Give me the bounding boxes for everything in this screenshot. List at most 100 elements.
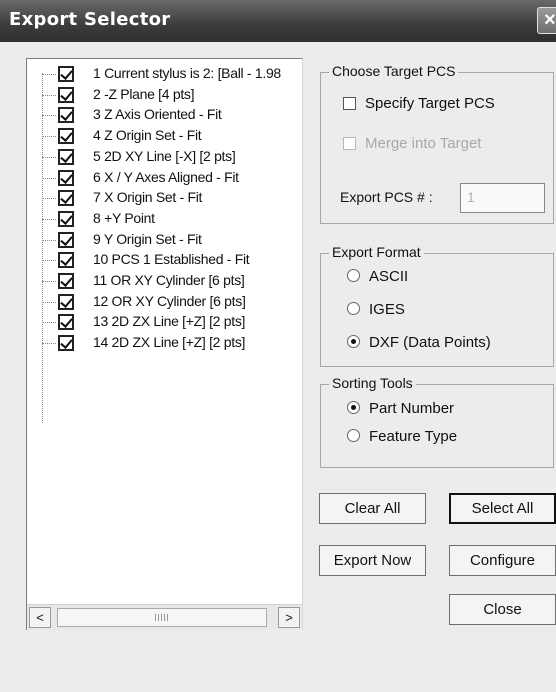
export-format-radio-iges[interactable]: IGES: [347, 301, 405, 318]
export-format-option-label: IGES: [369, 301, 405, 318]
tree-connector: [42, 301, 56, 303]
tree-item-label: 7 X Origin Set - Fit: [93, 189, 203, 206]
export-format-radio-dxf[interactable]: DXF (Data Points): [347, 334, 491, 351]
tree-item[interactable]: 9 Y Origin Set - Fit: [27, 230, 302, 251]
tree-item-label: 5 2D XY Line [-X] [2 pts]: [93, 147, 236, 164]
tree-item-label: 13 2D ZX Line [+Z] [2 pts]: [93, 313, 246, 330]
tree-item[interactable]: 3 Z Axis Oriented - Fit: [27, 105, 302, 126]
close-window-button[interactable]: ×: [537, 7, 556, 34]
tree-item[interactable]: 1 Current stylus is 2: [Ball - 1.98: [27, 64, 302, 85]
tree-item[interactable]: 11 OR XY Cylinder [6 pts]: [27, 271, 302, 292]
tree-item-label: 12 OR XY Cylinder [6 pts]: [93, 292, 246, 309]
tree-item-label: 10 PCS 1 Established - Fit: [93, 251, 250, 268]
tree-item-label: 1 Current stylus is 2: [Ball - 1.98: [93, 65, 281, 81]
radio-icon: [347, 429, 360, 442]
tree-item[interactable]: 12 OR XY Cylinder [6 pts]: [27, 292, 302, 313]
sorting-option-label: Part Number: [369, 400, 455, 417]
clear-all-button[interactable]: Clear All: [319, 493, 426, 524]
tree-item-label: 14 2D ZX Line [+Z] [2 pts]: [93, 334, 246, 351]
checkbox-icon: [343, 137, 356, 150]
tree-connector: [42, 218, 56, 220]
sorting-tools-group: Sorting Tools Part Number Feature Type: [320, 375, 554, 468]
tree-item-checkbox[interactable]: [58, 231, 74, 248]
tree-item-checkbox[interactable]: [58, 86, 74, 103]
feature-tree[interactable]: 1 Current stylus is 2: [Ball - 1.98 2 -Z …: [26, 58, 303, 630]
specify-target-pcs-label: Specify Target PCS: [365, 95, 495, 112]
tree-item-checkbox[interactable]: [58, 293, 74, 310]
scroll-left-button[interactable]: <: [29, 607, 51, 628]
tree-item-label: 6 X / Y Axes Aligned - Fit: [93, 168, 239, 185]
tree-connector: [42, 322, 56, 324]
tree-item-checkbox[interactable]: [58, 190, 74, 207]
tree-item-checkbox[interactable]: [58, 66, 74, 82]
export-pcs-input[interactable]: 1: [460, 183, 545, 213]
tree-item-checkbox[interactable]: [58, 148, 74, 165]
export-format-title: Export Format: [329, 244, 424, 260]
tree-connector: [42, 136, 56, 138]
export-now-button[interactable]: Export Now: [319, 545, 426, 576]
radio-icon: [347, 269, 360, 282]
merge-into-target-label: Merge into Target: [365, 135, 482, 152]
tree-item[interactable]: 13 2D ZX Line [+Z] [2 pts]: [27, 312, 302, 333]
tree-connector: [42, 156, 56, 158]
export-format-group: Export Format ASCII IGES DXF (Data Points): [320, 244, 554, 367]
tree-connector: [42, 94, 56, 96]
tree-item-checkbox[interactable]: [58, 273, 74, 289]
radio-icon: [347, 302, 360, 315]
export-format-radio-ascii[interactable]: ASCII: [347, 268, 408, 285]
tree-connector: [42, 260, 56, 262]
checkbox-icon: [343, 97, 356, 110]
sorting-radio-part[interactable]: Part Number: [347, 400, 454, 417]
tree-item-label: 11 OR XY Cylinder [6 pts]: [93, 272, 245, 288]
target-pcs-title: Choose Target PCS: [329, 63, 459, 79]
target-pcs-group: Choose Target PCS Specify Target PCS Mer…: [320, 63, 554, 224]
tree-item[interactable]: 8 +Y Point: [27, 209, 302, 230]
window-title: Export Selector: [9, 9, 171, 30]
tree-item[interactable]: 7 X Origin Set - Fit: [27, 188, 302, 209]
tree-item-checkbox[interactable]: [58, 314, 74, 331]
sorting-tools-title: Sorting Tools: [329, 375, 416, 391]
tree-item-checkbox[interactable]: [58, 128, 74, 145]
tree-item[interactable]: 4 Z Origin Set - Fit: [27, 126, 302, 147]
radio-icon: [347, 401, 360, 414]
scroll-right-button[interactable]: >: [278, 607, 300, 628]
grip-icon: [155, 614, 169, 621]
close-button[interactable]: Close: [449, 594, 556, 625]
tree-item-checkbox[interactable]: [58, 335, 74, 352]
tree-item-label: 4 Z Origin Set - Fit: [93, 127, 202, 144]
close-icon: ×: [544, 9, 556, 31]
tree-connector: [42, 74, 56, 75]
export-format-option-label: ASCII: [369, 268, 409, 285]
tree-item[interactable]: 6 X / Y Axes Aligned - Fit: [27, 168, 302, 189]
export-format-option-label: DXF (Data Points): [369, 334, 491, 351]
tree-item[interactable]: 14 2D ZX Line [+Z] [2 pts]: [27, 333, 302, 354]
select-all-button[interactable]: Select All: [449, 493, 556, 524]
chevron-right-icon: >: [285, 610, 293, 625]
sorting-radio-feature[interactable]: Feature Type: [347, 428, 457, 445]
chevron-left-icon: <: [36, 610, 44, 625]
tree-connector: [42, 115, 56, 117]
tree-item-label: 3 Z Axis Oriented - Fit: [93, 106, 222, 123]
tree-item-checkbox[interactable]: [58, 252, 74, 269]
tree-item-label: 2 -Z Plane [4 pts]: [93, 85, 195, 102]
title-bar: Export Selector ×: [0, 0, 556, 42]
tree-connector: [42, 239, 56, 241]
merge-into-target-checkbox: Merge into Target: [343, 135, 481, 152]
tree-connector: [42, 281, 56, 282]
tree-item-checkbox[interactable]: [58, 107, 74, 124]
radio-icon: [347, 335, 360, 348]
tree-item[interactable]: 5 2D XY Line [-X] [2 pts]: [27, 147, 302, 168]
tree-connector: [42, 343, 56, 345]
tree-connector: [42, 198, 56, 200]
tree-item-checkbox[interactable]: [58, 210, 74, 227]
sorting-option-label: Feature Type: [369, 428, 458, 445]
tree-item-label: 8 +Y Point: [93, 209, 155, 226]
specify-target-pcs-checkbox[interactable]: Specify Target PCS: [343, 95, 495, 112]
tree-item[interactable]: 2 -Z Plane [4 pts]: [27, 85, 302, 106]
scroll-thumb[interactable]: [57, 608, 267, 627]
horizontal-scrollbar[interactable]: < >: [27, 604, 302, 630]
export-pcs-label: Export PCS # :: [340, 189, 433, 205]
tree-item-checkbox[interactable]: [58, 169, 74, 186]
configure-button[interactable]: Configure: [449, 545, 556, 576]
tree-item[interactable]: 10 PCS 1 Established - Fit: [27, 250, 302, 271]
